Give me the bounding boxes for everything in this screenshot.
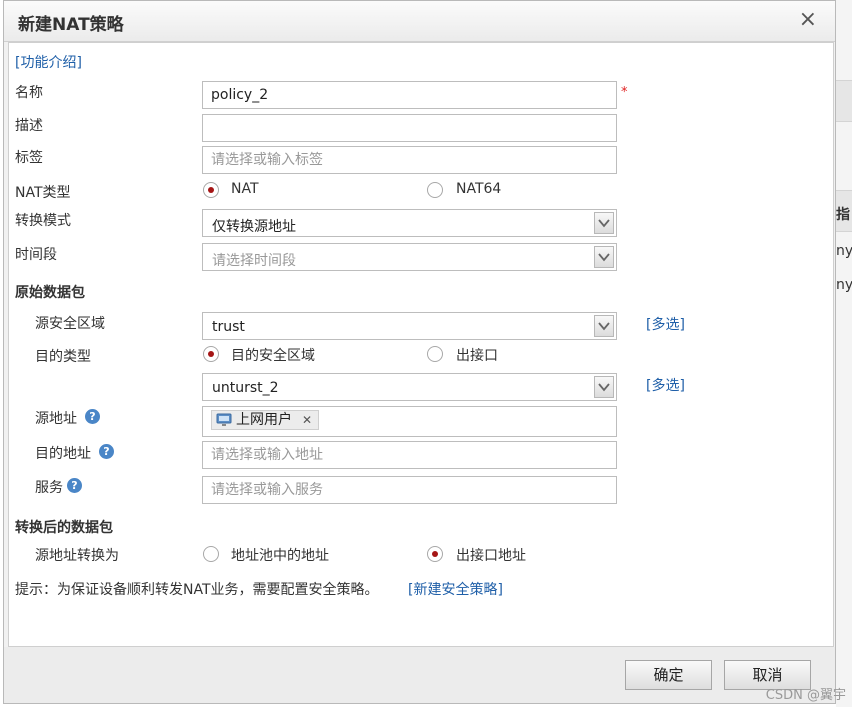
- src-zone-value: trust: [212, 319, 245, 335]
- dialog-content: [功能介绍] 名称 policy_2 * 描述 标签 请选择或输入标签 NAT类…: [8, 42, 834, 647]
- src-addr-input[interactable]: 上网用户 ✕: [202, 406, 617, 437]
- src-zone-multi-link[interactable]: [多选]: [646, 314, 685, 334]
- dst-zone-multi-link[interactable]: [多选]: [646, 375, 685, 395]
- nat-type-option-nat64: NAT64: [456, 181, 502, 197]
- src-zone-select[interactable]: trust: [202, 312, 617, 340]
- time-select[interactable]: 请选择时间段: [202, 243, 617, 271]
- src-zone-label: 源安全区域: [35, 316, 105, 332]
- orig-packet-title: 原始数据包: [15, 285, 85, 301]
- tags-input[interactable]: 请选择或输入标签: [202, 146, 617, 174]
- dst-type-radio-zone[interactable]: [203, 346, 219, 362]
- background-text: ny: [836, 243, 852, 259]
- background-stripe: [836, 80, 852, 122]
- src-to-option-interface: 出接口地址: [456, 548, 526, 564]
- src-to-label: 源地址转换为: [35, 548, 119, 564]
- src-to-option-pool: 地址池中的地址: [231, 548, 329, 564]
- dst-zone-value: unturst_2: [212, 380, 279, 396]
- nat-type-option-nat: NAT: [231, 181, 259, 197]
- dst-type-label: 目的类型: [35, 349, 91, 365]
- dialog-title: 新建NAT策略: [18, 15, 124, 35]
- name-label: 名称: [15, 85, 43, 101]
- close-icon[interactable]: ×: [799, 7, 817, 32]
- background-text: ny: [836, 277, 852, 293]
- name-input[interactable]: policy_2: [202, 81, 617, 109]
- dst-addr-label: 目的地址: [35, 446, 91, 462]
- desc-input[interactable]: [202, 114, 617, 142]
- src-addr-tag: 上网用户 ✕: [211, 410, 320, 430]
- nat-type-radio-nat64[interactable]: [427, 182, 443, 198]
- service-input[interactable]: 请选择或输入服务: [202, 476, 617, 504]
- service-label: 服务: [35, 480, 63, 496]
- tip-text: 提示：为保证设备顺利转发NAT业务，需要配置安全策略。: [15, 582, 379, 598]
- time-label: 时间段: [15, 247, 57, 263]
- watermark: CSDN @翼宇: [765, 688, 846, 703]
- mode-label: 转换模式: [15, 213, 71, 229]
- dst-type-radio-interface[interactable]: [427, 346, 443, 362]
- nat-type-radio-nat[interactable]: [203, 182, 219, 198]
- help-icon[interactable]: ?: [99, 444, 114, 459]
- dialog-footer: 确定 取消: [4, 647, 835, 703]
- new-security-policy-link[interactable]: [新建安全策略]: [408, 579, 503, 599]
- help-icon[interactable]: ?: [85, 409, 100, 424]
- dst-addr-input[interactable]: 请选择或输入地址: [202, 441, 617, 469]
- intro-link[interactable]: [功能介绍]: [15, 52, 82, 72]
- chevron-down-icon[interactable]: [594, 376, 614, 398]
- dialog-titlebar[interactable]: 新建NAT策略 ×: [4, 1, 835, 42]
- required-mark: *: [621, 85, 628, 100]
- src-to-radio-pool[interactable]: [203, 546, 219, 562]
- src-addr-tag-label: 上网用户: [236, 412, 292, 428]
- ok-button[interactable]: 确定: [625, 660, 712, 690]
- mode-select[interactable]: 仅转换源地址: [202, 209, 617, 237]
- tags-label: 标签: [15, 150, 43, 166]
- dst-type-option-interface: 出接口: [456, 348, 498, 364]
- src-to-radio-interface[interactable]: [427, 546, 443, 562]
- chevron-down-icon[interactable]: [594, 315, 614, 337]
- nat-policy-dialog: 新建NAT策略 × [功能介绍] 名称 policy_2 * 描述 标签 请选择…: [3, 0, 836, 704]
- computer-icon: [216, 413, 232, 426]
- remove-tag-icon[interactable]: ✕: [302, 413, 312, 427]
- chevron-down-icon[interactable]: [594, 212, 614, 234]
- src-addr-label: 源地址: [35, 411, 77, 427]
- mode-value: 仅转换源地址: [212, 219, 296, 235]
- trans-packet-title: 转换后的数据包: [15, 520, 113, 536]
- time-placeholder: 请选择时间段: [212, 253, 296, 269]
- background-text: 指: [836, 207, 850, 223]
- dst-zone-select[interactable]: unturst_2: [202, 373, 617, 401]
- dst-type-option-zone: 目的安全区域: [231, 348, 315, 364]
- chevron-down-icon[interactable]: [594, 246, 614, 268]
- help-icon[interactable]: ?: [67, 478, 82, 493]
- desc-label: 描述: [15, 118, 43, 134]
- nat-type-label: NAT类型: [15, 185, 71, 201]
